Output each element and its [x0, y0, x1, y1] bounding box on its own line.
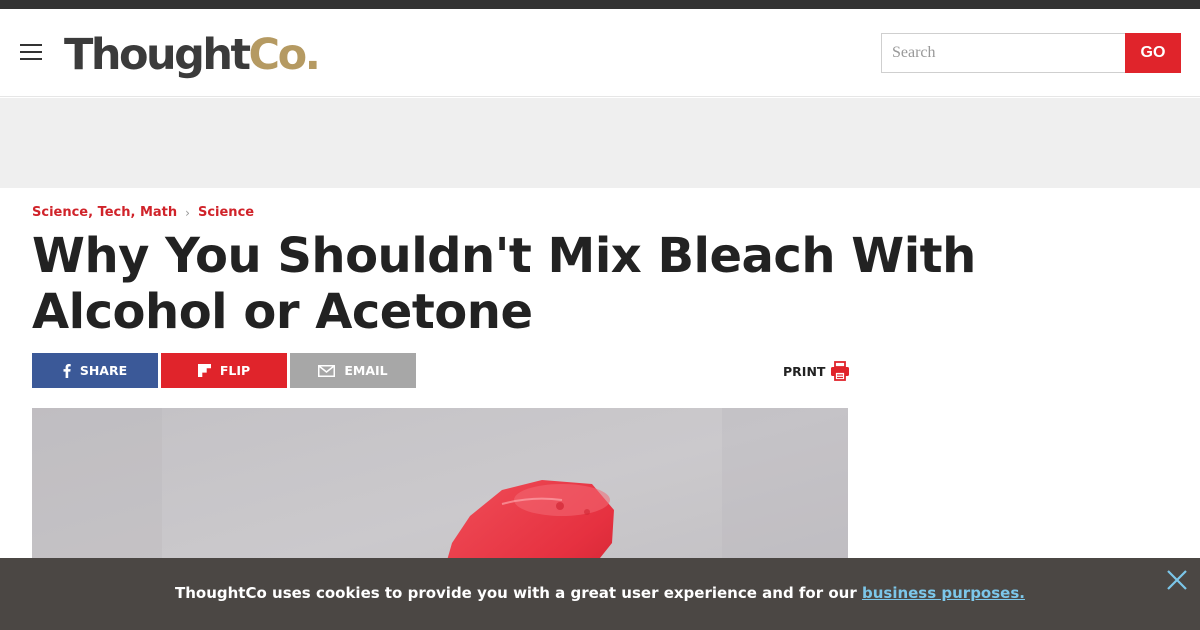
search-input[interactable] [881, 33, 1126, 73]
email-label: EMAIL [344, 363, 388, 378]
cookie-banner: ThoughtCo uses cookies to provide you wi… [0, 558, 1200, 630]
facebook-icon [63, 363, 71, 378]
cookie-business-purposes-link[interactable]: business purposes. [862, 584, 1025, 602]
site-logo[interactable]: ThoughtCo. [64, 29, 321, 81]
cookie-text: ThoughtCo uses cookies to provide you wi… [175, 584, 857, 602]
flip-label: FLIP [219, 363, 251, 378]
ad-placeholder [0, 98, 1200, 188]
share-flipboard-button[interactable]: FLIP [161, 353, 287, 388]
share-toolbar: SHARE FLIP EMAIL [32, 353, 419, 388]
menu-icon[interactable] [20, 41, 44, 63]
breadcrumb-item-science-tech-math[interactable]: Science, Tech, Math [32, 205, 177, 220]
breadcrumb-separator: › [185, 205, 190, 220]
top-accent-bar [0, 0, 1200, 9]
close-icon[interactable] [1166, 569, 1188, 591]
flipboard-icon [197, 364, 211, 377]
breadcrumb-item-science[interactable]: Science [198, 205, 254, 220]
envelope-icon [318, 364, 336, 377]
printer-icon [830, 361, 850, 381]
cookie-message: ThoughtCo uses cookies to provide you wi… [0, 584, 1200, 602]
logo-main-text: Thought [64, 30, 251, 80]
print-label: PRINT [783, 363, 826, 379]
print-button[interactable]: PRINT [783, 361, 850, 381]
site-header: ThoughtCo. GO [0, 9, 1200, 97]
logo-accent-text: Co. [248, 30, 321, 80]
article-title: Why You Shouldn't Mix Bleach With Alcoho… [32, 228, 976, 340]
share-email-button[interactable]: EMAIL [290, 353, 416, 388]
share-label: SHARE [79, 363, 128, 378]
search-go-button[interactable]: GO [1125, 33, 1181, 73]
breadcrumb: Science, Tech, Math › Science [32, 205, 254, 220]
share-facebook-button[interactable]: SHARE [32, 353, 158, 388]
